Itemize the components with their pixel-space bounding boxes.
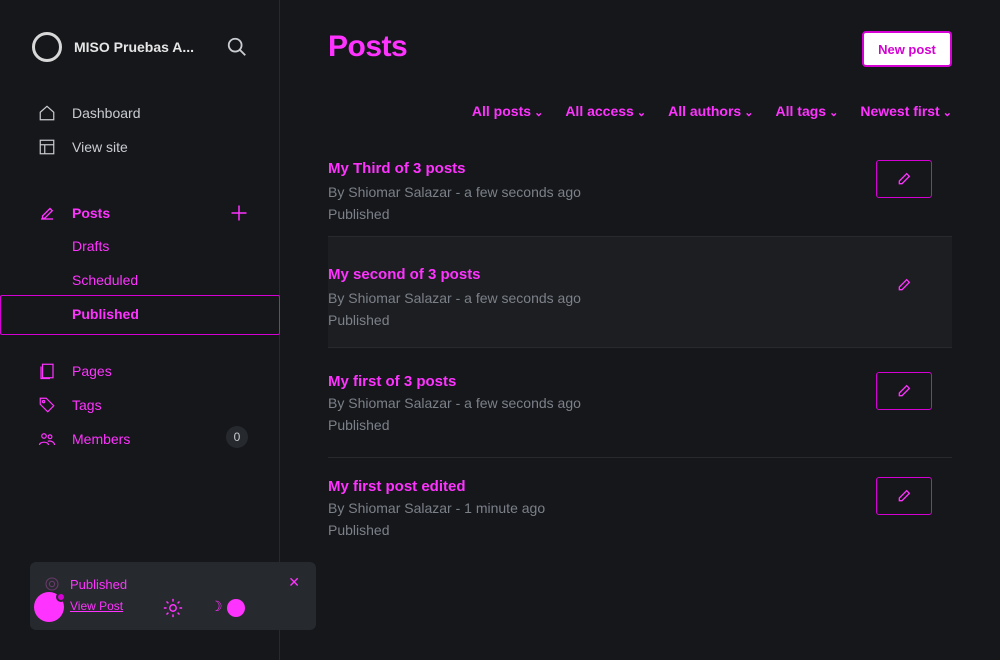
- post-meta: By Shiomar Salazar - 1 minute ago: [328, 500, 546, 516]
- post-row[interactable]: My second of 3 posts By Shiomar Salazar …: [328, 237, 952, 348]
- toast-view-post-link[interactable]: View Post: [70, 599, 123, 613]
- edit-icon: [41, 207, 54, 220]
- pencil-icon: [898, 278, 911, 291]
- sidebar-sub-scheduled[interactable]: Scheduled: [72, 272, 138, 288]
- sidebar-item-label: View site: [72, 139, 128, 155]
- post-title[interactable]: My second of 3 posts: [328, 266, 481, 283]
- pencil-icon: [898, 489, 911, 502]
- post-status: Published: [328, 522, 390, 538]
- sidebar-item-members[interactable]: Members: [38, 427, 130, 451]
- avatar-status-dot: [56, 592, 66, 602]
- notification-toast: Published View Post ✕: [30, 562, 316, 630]
- sidebar-sub-active-frame: [0, 295, 280, 335]
- dark-mode-toggle[interactable]: [227, 599, 245, 617]
- sidebar-item-label: Posts: [72, 205, 111, 221]
- sidebar-item-label: Pages: [72, 363, 112, 379]
- post-row[interactable]: My Third of 3 posts By Shiomar Salazar -…: [328, 140, 952, 237]
- page-title: Posts: [328, 30, 408, 63]
- sidebar-item-view-site[interactable]: View site: [38, 135, 128, 159]
- post-meta: By Shiomar Salazar - a few seconds ago: [328, 290, 581, 306]
- sidebar-item-tags[interactable]: Tags: [38, 393, 102, 417]
- sidebar-item-label: Dashboard: [72, 105, 141, 121]
- filter-type-dropdown[interactable]: All posts: [472, 103, 543, 119]
- home-icon: [39, 105, 55, 121]
- tag-icon: [39, 397, 55, 413]
- sidebar-item-label: Tags: [72, 397, 102, 413]
- post-title[interactable]: My Third of 3 posts: [328, 160, 466, 177]
- toast-title: Published: [70, 577, 128, 592]
- edit-post-button[interactable]: [876, 160, 932, 198]
- search-icon[interactable]: [226, 36, 248, 58]
- sidebar-item-pages[interactable]: Pages: [38, 359, 112, 383]
- new-post-button[interactable]: New post: [862, 31, 952, 67]
- sidebar-item-posts[interactable]: Posts: [38, 201, 110, 225]
- sidebar-item-dashboard[interactable]: Dashboard: [38, 101, 141, 125]
- edit-post-button[interactable]: [876, 266, 932, 304]
- members-icon: [38, 433, 56, 446]
- post-row[interactable]: My first of 3 posts By Shiomar Salazar -…: [328, 348, 952, 458]
- post-row[interactable]: My first post edited By Shiomar Salazar …: [328, 458, 952, 558]
- main-content: Posts New post All posts All access All …: [280, 0, 1000, 660]
- post-meta: By Shiomar Salazar - a few seconds ago: [328, 184, 581, 200]
- brand[interactable]: MISO Pruebas A...: [32, 32, 194, 62]
- post-meta: By Shiomar Salazar - a few seconds ago: [328, 395, 581, 411]
- members-count-badge: 0: [226, 426, 248, 448]
- post-status: Published: [328, 417, 390, 433]
- layout-icon: [39, 139, 55, 155]
- post-title[interactable]: My first of 3 posts: [328, 373, 456, 390]
- site-name: MISO Pruebas A...: [74, 39, 195, 55]
- site-logo-icon: [32, 32, 62, 62]
- edit-post-button[interactable]: [876, 477, 932, 515]
- post-status: Published: [328, 312, 390, 328]
- sidebar: MISO Pruebas A... Dashboard View site Po…: [0, 0, 316, 660]
- add-post-icon[interactable]: [229, 203, 249, 223]
- settings-icon: [45, 577, 59, 591]
- pencil-icon: [898, 172, 911, 185]
- moon-icon: ☽: [210, 598, 223, 614]
- filter-tag-dropdown[interactable]: All tags: [776, 103, 839, 119]
- filter-author-dropdown[interactable]: All authors: [668, 103, 753, 119]
- edit-post-button[interactable]: [876, 372, 932, 410]
- pages-icon: [40, 363, 54, 380]
- sort-dropdown[interactable]: Newest first: [860, 103, 952, 119]
- sidebar-sub-drafts[interactable]: Drafts: [72, 238, 109, 254]
- post-status: Published: [328, 206, 390, 222]
- pencil-icon: [898, 384, 911, 397]
- filter-bar: All posts All access All authors All tag…: [472, 103, 952, 119]
- post-title[interactable]: My first post edited: [328, 478, 466, 495]
- filter-access-dropdown[interactable]: All access: [565, 103, 646, 119]
- sidebar-item-label: Members: [72, 431, 131, 447]
- gear-icon[interactable]: [162, 597, 184, 619]
- sidebar-sub-published[interactable]: Published: [72, 306, 139, 322]
